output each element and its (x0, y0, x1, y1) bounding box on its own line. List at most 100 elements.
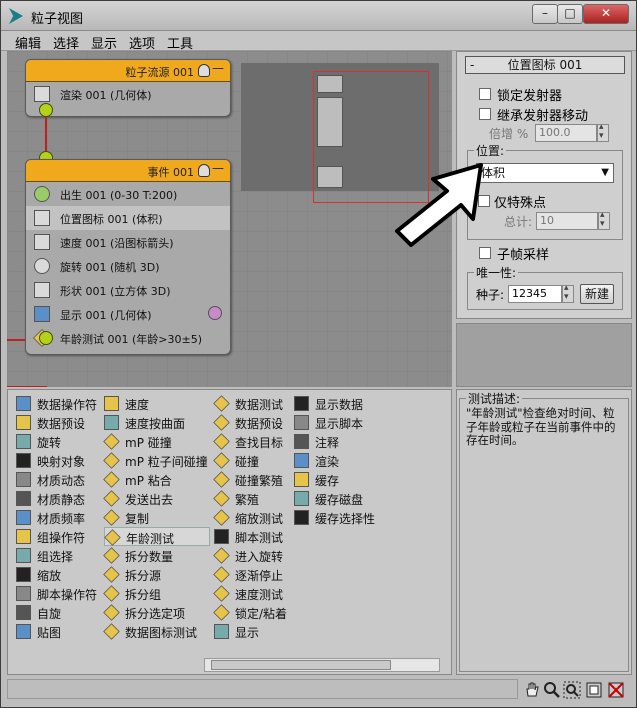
minimize-node-icon[interactable]: — (212, 61, 224, 75)
depot-item[interactable]: 材质动态 (16, 470, 106, 489)
depot-item[interactable]: 拆分源 (103, 565, 210, 584)
maximize-button[interactable]: □ (557, 4, 583, 24)
depot-item[interactable]: 进入旋转 (213, 546, 304, 565)
zoom-region-icon[interactable] (563, 681, 581, 699)
depot-item[interactable]: 缩放测试 (213, 508, 304, 527)
minimize-node-icon[interactable]: — (212, 161, 224, 175)
depot-item[interactable]: mP 粘合 (103, 470, 210, 489)
display-icon (214, 624, 229, 639)
menu-tools[interactable]: 工具 (167, 33, 193, 52)
depot-item-label: 拆分数量 (125, 550, 174, 564)
depot-item[interactable]: 繁殖 (213, 489, 304, 508)
operator-row[interactable]: 年龄测试 001 (年龄>30±5) (26, 326, 230, 350)
depot-item[interactable]: 注释 (294, 432, 384, 451)
zoom-icon[interactable] (543, 681, 561, 699)
menu-options[interactable]: 选项 (129, 33, 155, 52)
depot-item[interactable]: 缓存磁盘 (294, 489, 384, 508)
operator-row-selected[interactable]: 位置图标 001 (体积) (26, 206, 230, 230)
minimize-button[interactable]: – (532, 4, 558, 24)
inherit-emitter-move-checkbox[interactable] (479, 108, 491, 120)
depot-item-label: 碰撞 (235, 455, 260, 469)
new-seed-button[interactable]: 新建 (580, 284, 614, 304)
zoom-extents-icon[interactable] (585, 681, 603, 699)
source-node-header[interactable]: 粒子流源 001 — (26, 60, 230, 82)
depot-item[interactable]: 发送出去 (103, 489, 210, 508)
seed-spinner[interactable]: 12345 (508, 285, 562, 303)
total-spinner-arrows[interactable] (598, 210, 610, 230)
depot-item[interactable]: 数据预设 (213, 413, 304, 432)
bulb-icon[interactable] (198, 164, 210, 177)
menu-select[interactable]: 选择 (53, 33, 79, 52)
depot-item[interactable]: 缓存选择性 (294, 508, 384, 527)
depot-item[interactable]: 显示 (214, 622, 304, 641)
description-text: "年龄测试"检查绝对时间、粒子年龄或粒子在当前事件中的存在时间。 (466, 406, 616, 447)
seed-spinner-arrows[interactable] (562, 283, 574, 303)
event-node-header[interactable]: 事件 001 — (26, 160, 230, 182)
source-node[interactable]: 粒子流源 001 — 渲染 001 (几何体) (25, 59, 231, 117)
multiplier-spinner-arrows[interactable] (597, 122, 609, 142)
depot-item[interactable]: 速度 (104, 394, 210, 413)
depot-item[interactable]: mP 碰撞 (103, 432, 210, 451)
depot-item[interactable]: 贴图 (16, 622, 106, 641)
operator-row[interactable]: 速度 001 (沿图标箭头) (26, 230, 230, 254)
depot-item[interactable]: 速度测试 (213, 584, 304, 603)
output-port[interactable] (39, 103, 53, 117)
multiplier-spinner[interactable]: 100.0 (535, 124, 597, 142)
depot-item[interactable]: 组选择 (16, 546, 106, 565)
depot-item[interactable]: 旋转 (16, 432, 106, 451)
depot-item[interactable]: 缓存 (294, 470, 384, 489)
depot-item[interactable]: 锁定/粘着 (213, 603, 304, 622)
depot-item[interactable]: 数据图标测试 (103, 622, 210, 641)
no-display-icon[interactable] (607, 681, 625, 699)
display-color-swatch[interactable] (208, 306, 222, 320)
depot-item[interactable]: 渲染 (294, 451, 384, 470)
depot-item[interactable]: 碰撞 (213, 451, 304, 470)
total-spinner[interactable]: 10 (536, 212, 598, 230)
operator-row[interactable]: 形状 001 (立方体 3D) (26, 278, 230, 302)
depot-item[interactable]: mP 粒子间碰撞 (103, 451, 210, 470)
description-title: 测试描述: (466, 390, 523, 407)
depot-item[interactable]: 脚本测试 (214, 527, 304, 546)
bulb-icon[interactable] (198, 64, 210, 77)
depot-item[interactable]: 自旋 (16, 603, 106, 622)
depot-item[interactable]: 年龄测试 (104, 527, 210, 546)
depot-item[interactable]: 查找目标 (213, 432, 304, 451)
operator-row[interactable]: 旋转 001 (随机 3D) (26, 254, 230, 278)
map-icon (16, 624, 31, 639)
render-icon (294, 453, 309, 468)
depot-item[interactable]: 复制 (103, 508, 210, 527)
menu-edit[interactable]: 编辑 (15, 33, 41, 52)
depot-item[interactable]: 脚本操作符 (16, 584, 106, 603)
scrollbar-thumb[interactable] (211, 660, 391, 670)
depot-item[interactable]: 速度按曲面 (104, 413, 210, 432)
description-group: 测试描述: "年龄测试"检查绝对时间、粒子年龄或粒子在当前事件中的存在时间。 (459, 390, 629, 672)
depot-item[interactable]: 显示数据 (294, 394, 384, 413)
depot-item[interactable]: 数据操作符 (16, 394, 106, 413)
operator-row[interactable]: 出生 001 (0-30 T:200) (26, 182, 230, 206)
depot-item[interactable]: 碰撞繁殖 (213, 470, 304, 489)
depot-item[interactable]: 拆分组 (103, 584, 210, 603)
depot-item[interactable]: 组操作符 (16, 527, 106, 546)
depot-scrollbar[interactable] (204, 658, 440, 672)
depot-item[interactable]: 映射对象 (16, 451, 106, 470)
operator-row[interactable]: 显示 001 (几何体) (26, 302, 230, 326)
depot-item[interactable]: 材质静态 (16, 489, 106, 508)
rollout-header[interactable]: - 位置图标 001 (465, 56, 625, 74)
menu-display[interactable]: 显示 (91, 33, 117, 52)
depot-item[interactable]: 材质频率 (16, 508, 106, 527)
lock-emitter-checkbox[interactable] (479, 88, 491, 100)
depot-item-label: 贴图 (37, 626, 62, 640)
event-node[interactable]: 事件 001 — 出生 001 (0-30 T:200) 位置图标 001 (体… (25, 159, 231, 355)
operator-row[interactable]: 渲染 001 (几何体) (26, 82, 230, 106)
depot-item[interactable]: 拆分数量 (103, 546, 210, 565)
depot-item[interactable]: 逐渐停止 (213, 565, 304, 584)
depot-item[interactable]: 缩放 (16, 565, 106, 584)
depot-item[interactable]: 数据预设 (16, 413, 106, 432)
depot-item[interactable]: 拆分选定项 (103, 603, 210, 622)
close-button[interactable]: ✕ (583, 4, 629, 24)
pan-icon[interactable] (523, 681, 541, 699)
depot-item[interactable]: 数据测试 (213, 394, 304, 413)
event-display-canvas[interactable]: 粒子流源 001 — 渲染 001 (几何体) 事件 001 — 出生 001 (7, 51, 452, 387)
depot-item[interactable]: 显示脚本 (294, 413, 384, 432)
test-output-port[interactable] (39, 331, 53, 345)
